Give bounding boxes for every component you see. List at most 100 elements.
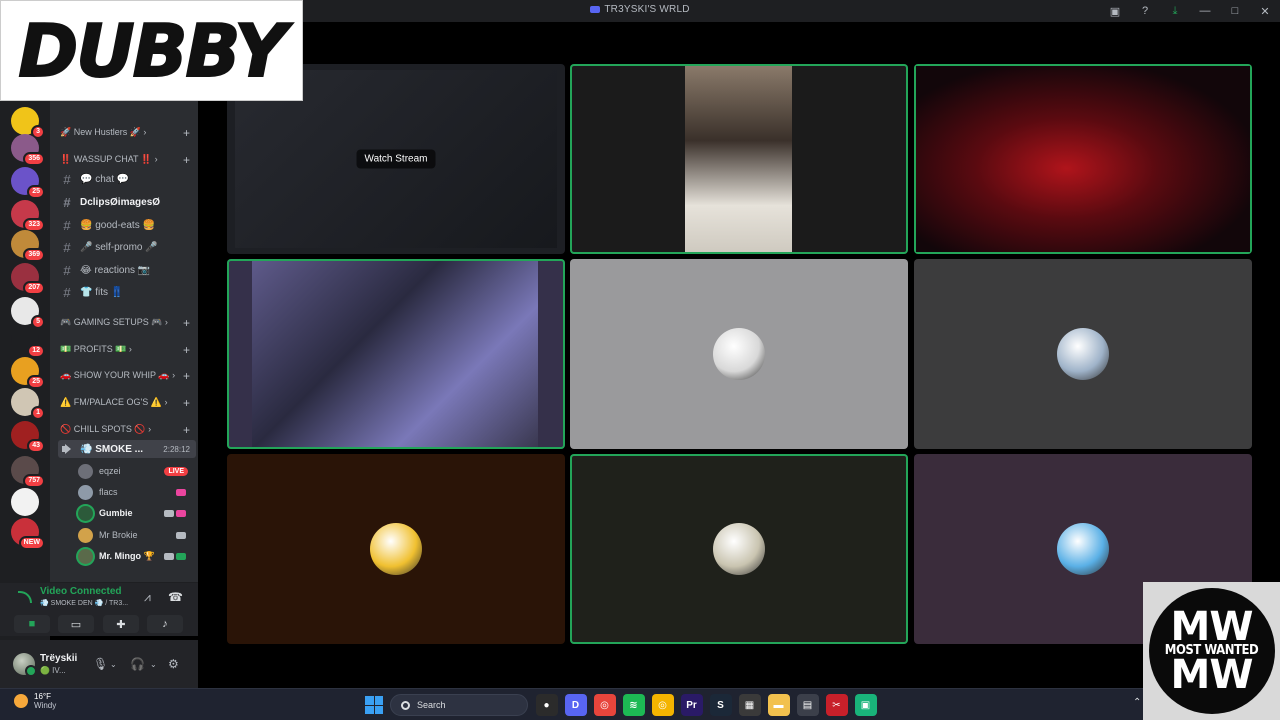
camera-icon — [164, 552, 174, 560]
camera-tile-4[interactable] — [227, 259, 565, 449]
soundboard-icon: ♪ — [162, 618, 168, 630]
soundboard-button[interactable]: ♪ — [147, 615, 183, 633]
add-channel-icon[interactable]: + — [183, 423, 190, 437]
disconnect-icon[interactable]: ☎ — [168, 590, 183, 604]
add-channel-icon[interactable]: + — [183, 343, 190, 357]
camera-icon: ■ — [28, 618, 36, 630]
category-chill-spots[interactable]: 🚫 CHILL SPOTS 🚫 › + — [60, 423, 196, 438]
voice-location[interactable]: 💨 SMOKE DEN 💨 / TR3... — [40, 599, 128, 607]
category-gaming-setups[interactable]: 🎮 GAMING SETUPS 🎮 › + — [60, 316, 196, 331]
steam-app[interactable]: S — [709, 694, 732, 716]
add-channel-icon[interactable]: + — [183, 316, 190, 330]
server-icon[interactable]: 5 — [11, 297, 45, 329]
controller-icon — [176, 531, 186, 539]
chevron-up-icon[interactable]: ⌃ — [1133, 697, 1141, 708]
avatar-tile-8[interactable] — [570, 454, 908, 644]
avatar-tile-7[interactable] — [227, 454, 565, 644]
premiere-app[interactable]: Pr — [680, 694, 703, 716]
controller-app[interactable]: ▦ — [738, 694, 761, 716]
avatar — [78, 463, 93, 479]
explorer-app[interactable]: ▬ — [767, 694, 790, 716]
voice-channel-smoke[interactable]: 💨 SMOKE ... 2:28:12 — [58, 440, 196, 458]
server-icon[interactable]: 757 — [11, 456, 45, 488]
avatar-tile-5[interactable] — [570, 259, 908, 449]
voice-user[interactable]: Mr. Mingo 🏆 — [78, 547, 196, 565]
channel-fits[interactable]: # 👕 fits 👖 — [58, 283, 196, 301]
close-icon[interactable]: ✕ — [1250, 5, 1280, 18]
store-app[interactable]: ▤ — [796, 694, 819, 716]
signal-icon — [18, 591, 32, 603]
activities-icon: ✚ — [116, 618, 126, 631]
chevron-down-icon[interactable]: ⌄ — [110, 660, 117, 669]
hash-icon: # — [63, 239, 71, 255]
activities-button[interactable]: ✚ — [103, 615, 139, 633]
minimize-icon[interactable]: — — [1190, 5, 1220, 17]
category-wassup-chat[interactable]: ‼️ WASSUP CHAT ‼️ › + — [60, 153, 196, 168]
microphone-icon[interactable]: 🎙 — [93, 657, 108, 671]
windows-start-icon[interactable] — [365, 696, 383, 714]
chrome2-app[interactable]: ◎ — [651, 694, 674, 716]
discord-icon — [590, 6, 601, 13]
camera-feed — [252, 261, 538, 447]
camera-tile-2[interactable] — [570, 64, 908, 254]
camera-icon — [164, 509, 174, 517]
search-box[interactable]: Search — [390, 694, 528, 716]
voice-status[interactable]: Video Connected — [40, 586, 122, 597]
server-icon[interactable]: NEW — [11, 518, 45, 550]
noise-suppression-icon[interactable]: ⩘ — [144, 590, 151, 605]
channel-good-eats[interactable]: # 🍔 good-eats 🍔 — [58, 216, 196, 234]
camera-tile-3[interactable] — [914, 64, 1252, 254]
voice-user[interactable]: Mr Brokie — [78, 526, 196, 544]
category-fm-palace[interactable]: ⚠️ FM/PALACE OG'S ⚠️ › + — [60, 396, 196, 411]
watch-stream-label[interactable]: Watch Stream — [356, 149, 436, 169]
username[interactable]: Trëyskii — [40, 653, 77, 664]
live-badge: LIVE — [164, 466, 188, 476]
add-channel-icon[interactable]: + — [183, 369, 190, 383]
avatar[interactable] — [13, 653, 37, 677]
channel-self-promo[interactable]: # 🎤 self-promo 🎤 — [58, 238, 196, 256]
download-icon[interactable]: ⤓ — [1160, 5, 1190, 18]
server-icon[interactable]: 25 — [11, 167, 45, 199]
help-icon[interactable]: ? — [1130, 5, 1160, 17]
hash-icon: # — [63, 262, 71, 278]
chevron-down-icon[interactable]: ⌄ — [150, 660, 157, 669]
channel-reactions[interactable]: # 😂 reactions 📷 — [58, 261, 196, 279]
category-new-hustlers[interactable]: 🚀 New Hustlers 🚀 › + — [60, 126, 196, 141]
server-icon[interactable]: 1 — [11, 388, 45, 420]
app-green[interactable]: ▣ — [854, 694, 877, 716]
camera-button[interactable]: ■ — [14, 615, 50, 633]
capcut-app[interactable]: ✂ — [825, 694, 848, 716]
maximize-icon[interactable]: □ — [1220, 5, 1250, 17]
server-icon[interactable]: 3 — [11, 107, 45, 139]
server-icon[interactable]: 323 — [11, 200, 45, 232]
voice-user[interactable]: flacs — [78, 483, 196, 501]
avatar-tile-6[interactable] — [914, 259, 1252, 449]
camera-feed — [916, 66, 1250, 252]
add-channel-icon[interactable]: + — [183, 396, 190, 410]
channel-chat[interactable]: # 💬 chat 💬 — [58, 170, 196, 188]
inbox-icon[interactable]: ▣ — [1100, 5, 1130, 18]
screen-share-button[interactable]: ▭ — [58, 615, 94, 633]
server-icon[interactable]: 25 — [11, 357, 45, 389]
channel-clips-images[interactable]: # DclipsØimagesØ — [58, 193, 196, 211]
server-icon[interactable] — [11, 488, 39, 516]
discord-app[interactable]: D — [564, 694, 587, 716]
user-status: 🟢 IV... — [40, 666, 66, 675]
voice-user[interactable]: Gumbie — [78, 504, 196, 522]
obs-app[interactable]: ● — [535, 694, 558, 716]
category-show-your-whip[interactable]: 🚗 SHOW YOUR WHIP 🚗 › + — [60, 369, 196, 384]
server-icon[interactable]: 43 — [11, 421, 45, 453]
add-channel-icon[interactable]: + — [183, 153, 190, 167]
category-profits[interactable]: 💵 PROFITS 💵 › + — [60, 343, 196, 358]
voice-user[interactable]: eqzei LIVE — [78, 462, 196, 480]
server-icon[interactable]: 207 — [11, 263, 45, 295]
weather-widget[interactable]: 16°F Windy — [14, 692, 56, 710]
settings-gear-icon[interactable]: ⚙ — [168, 657, 179, 671]
server-icon[interactable]: 12 — [11, 326, 45, 358]
spotify-app[interactable]: ≋ — [622, 694, 645, 716]
chrome-app[interactable]: ◎ — [593, 694, 616, 716]
server-icon[interactable]: 369 — [11, 230, 45, 262]
headphones-icon[interactable]: 🎧 — [130, 657, 145, 671]
add-channel-icon[interactable]: + — [183, 126, 190, 140]
server-icon[interactable]: 356 — [11, 134, 45, 166]
